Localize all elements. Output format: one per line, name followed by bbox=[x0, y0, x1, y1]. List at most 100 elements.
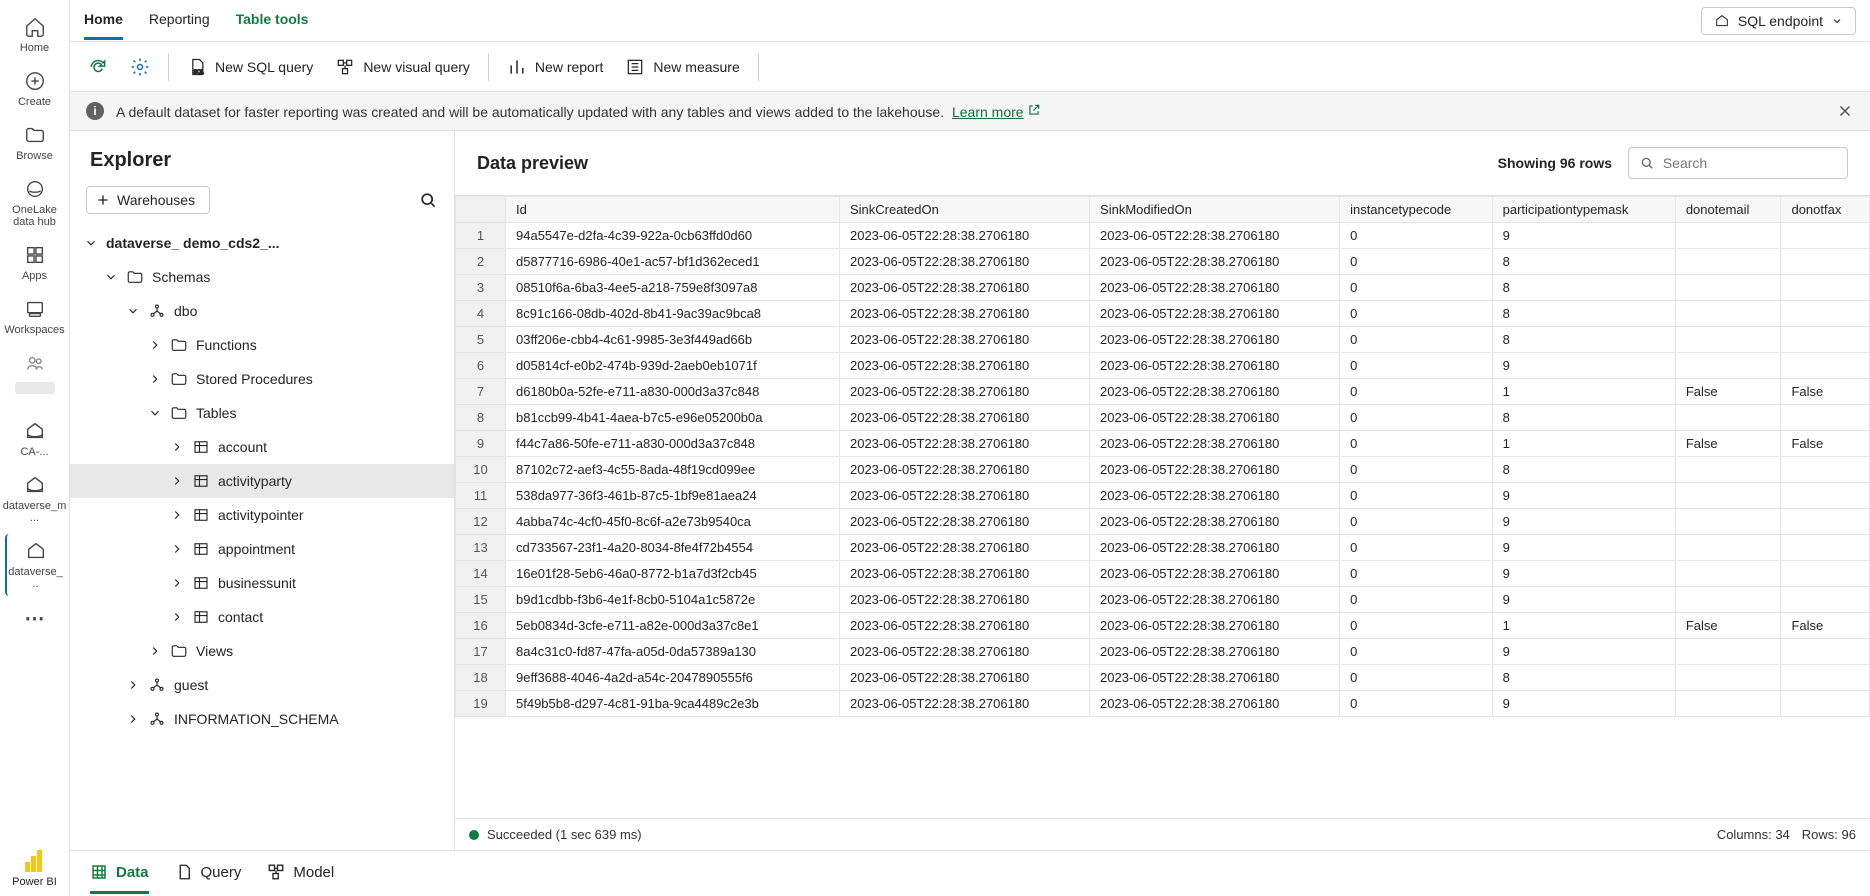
table-row[interactable]: 7d6180b0a-52fe-e711-a830-000d3a37c848202… bbox=[456, 379, 1870, 405]
cell[interactable] bbox=[1781, 405, 1870, 431]
tree-table-appointment[interactable]: appointment bbox=[70, 532, 454, 566]
tree-table-businessunit[interactable]: businessunit bbox=[70, 566, 454, 600]
cell[interactable] bbox=[1781, 457, 1870, 483]
cell[interactable] bbox=[1675, 509, 1781, 535]
cell[interactable]: 9 bbox=[456, 431, 506, 457]
tree-views[interactable]: Views bbox=[70, 634, 454, 668]
cell[interactable]: 4 bbox=[456, 301, 506, 327]
tree-guest[interactable]: guest bbox=[70, 668, 454, 702]
cell[interactable]: cd733567-23f1-4a20-8034-8fe4f72b4554 bbox=[506, 535, 840, 561]
tree-schemas[interactable]: Schemas bbox=[70, 260, 454, 294]
table-row[interactable]: 11538da977-36f3-461b-87c5-1bf9e81aea2420… bbox=[456, 483, 1870, 509]
cell[interactable]: 8 bbox=[1492, 665, 1675, 691]
tree-table-activitypointer[interactable]: activitypointer bbox=[70, 498, 454, 532]
table-row[interactable]: 8b81ccb99-4b41-4aea-b7c5-e96e05200b0a202… bbox=[456, 405, 1870, 431]
cell[interactable] bbox=[1781, 691, 1870, 717]
cell[interactable]: 2023-06-05T22:28:38.2706180 bbox=[1090, 561, 1340, 587]
nav-home[interactable]: Home bbox=[5, 10, 65, 60]
cell[interactable]: 0 bbox=[1340, 587, 1493, 613]
cell[interactable]: 2023-06-05T22:28:38.2706180 bbox=[1090, 613, 1340, 639]
nav-create[interactable]: Create bbox=[5, 64, 65, 114]
cell[interactable]: 2023-06-05T22:28:38.2706180 bbox=[1090, 275, 1340, 301]
cell[interactable]: 0 bbox=[1340, 353, 1493, 379]
cell[interactable]: 8 bbox=[1492, 301, 1675, 327]
cell[interactable] bbox=[1675, 249, 1781, 275]
cell[interactable] bbox=[1675, 301, 1781, 327]
cell[interactable]: 87102c72-aef3-4c55-8ada-48f19cd099ee bbox=[506, 457, 840, 483]
tab-table-tools[interactable]: Table tools bbox=[236, 1, 309, 40]
cell[interactable]: 0 bbox=[1340, 405, 1493, 431]
cell[interactable]: 2023-06-05T22:28:38.2706180 bbox=[839, 301, 1089, 327]
cell[interactable] bbox=[1781, 275, 1870, 301]
tree-table-activityparty[interactable]: activityparty bbox=[70, 464, 454, 498]
cell[interactable]: 8 bbox=[1492, 275, 1675, 301]
cell[interactable] bbox=[1675, 327, 1781, 353]
table-row[interactable]: 1416e01f28-5eb6-46a0-8772-b1a7d3f2cb4520… bbox=[456, 561, 1870, 587]
column-header[interactable]: instancetypecode bbox=[1340, 197, 1493, 223]
tree-functions[interactable]: Functions bbox=[70, 328, 454, 362]
cell[interactable]: 0 bbox=[1340, 457, 1493, 483]
cell[interactable]: 0 bbox=[1340, 535, 1493, 561]
close-banner-button[interactable] bbox=[1836, 102, 1854, 120]
cell[interactable] bbox=[1781, 353, 1870, 379]
grid-scroll[interactable]: IdSinkCreatedOnSinkModifiedOninstancetyp… bbox=[455, 195, 1870, 818]
cell[interactable]: 0 bbox=[1340, 275, 1493, 301]
column-header[interactable]: participationtypemask bbox=[1492, 197, 1675, 223]
table-row[interactable]: 9f44c7a86-50fe-e711-a830-000d3a37c848202… bbox=[456, 431, 1870, 457]
cell[interactable]: 13 bbox=[456, 535, 506, 561]
table-row[interactable]: 178a4c31c0-fd87-47fa-a05d-0da57389a13020… bbox=[456, 639, 1870, 665]
cell[interactable]: 8 bbox=[1492, 327, 1675, 353]
cell[interactable]: 8 bbox=[1492, 405, 1675, 431]
cell[interactable]: 2023-06-05T22:28:38.2706180 bbox=[839, 405, 1089, 431]
cell[interactable] bbox=[1781, 509, 1870, 535]
cell[interactable]: 0 bbox=[1340, 223, 1493, 249]
cell[interactable]: 9 bbox=[1492, 483, 1675, 509]
cell[interactable] bbox=[1675, 275, 1781, 301]
cell[interactable]: 2023-06-05T22:28:38.2706180 bbox=[1090, 405, 1340, 431]
cell[interactable]: 2023-06-05T22:28:38.2706180 bbox=[839, 457, 1089, 483]
cell[interactable]: False bbox=[1675, 379, 1781, 405]
cell[interactable]: 8 bbox=[1492, 249, 1675, 275]
cell[interactable]: 2023-06-05T22:28:38.2706180 bbox=[839, 483, 1089, 509]
bottom-tab-model[interactable]: Model bbox=[267, 853, 334, 894]
cell[interactable]: 2023-06-05T22:28:38.2706180 bbox=[839, 379, 1089, 405]
cell[interactable]: 2023-06-05T22:28:38.2706180 bbox=[1090, 379, 1340, 405]
cell[interactable]: 0 bbox=[1340, 691, 1493, 717]
cell[interactable]: 16e01f28-5eb6-46a0-8772-b1a7d3f2cb45 bbox=[506, 561, 840, 587]
cell[interactable]: 9 bbox=[1492, 509, 1675, 535]
cell[interactable]: 3 bbox=[456, 275, 506, 301]
cell[interactable]: 0 bbox=[1340, 301, 1493, 327]
cell[interactable]: 8 bbox=[1492, 457, 1675, 483]
cell[interactable] bbox=[1781, 639, 1870, 665]
cell[interactable]: 538da977-36f3-461b-87c5-1bf9e81aea24 bbox=[506, 483, 840, 509]
tree-tables[interactable]: Tables bbox=[70, 396, 454, 430]
cell[interactable]: 0 bbox=[1340, 509, 1493, 535]
cell[interactable]: 08510f6a-6ba3-4ee5-a218-759e8f3097a8 bbox=[506, 275, 840, 301]
refresh-button[interactable] bbox=[84, 53, 112, 81]
table-row[interactable]: 2d5877716-6986-40e1-ac57-bf1d362eced1202… bbox=[456, 249, 1870, 275]
cell[interactable]: 6 bbox=[456, 353, 506, 379]
cell[interactable]: 2023-06-05T22:28:38.2706180 bbox=[839, 509, 1089, 535]
column-header[interactable]: donotfax bbox=[1781, 197, 1870, 223]
cell[interactable]: False bbox=[1781, 379, 1870, 405]
cell[interactable]: 2023-06-05T22:28:38.2706180 bbox=[839, 275, 1089, 301]
cell[interactable] bbox=[1675, 691, 1781, 717]
cell[interactable]: 15 bbox=[456, 587, 506, 613]
cell[interactable]: 2023-06-05T22:28:38.2706180 bbox=[1090, 509, 1340, 535]
cell[interactable]: 2023-06-05T22:28:38.2706180 bbox=[1090, 431, 1340, 457]
cell[interactable]: 0 bbox=[1340, 249, 1493, 275]
cell[interactable]: 8c91c166-08db-402d-8b41-9ac39ac9bca8 bbox=[506, 301, 840, 327]
cell[interactable]: 5eb0834d-3cfe-e711-a82e-000d3a37c8e1 bbox=[506, 613, 840, 639]
cell[interactable]: 2023-06-05T22:28:38.2706180 bbox=[1090, 483, 1340, 509]
cell[interactable]: 1 bbox=[1492, 431, 1675, 457]
table-row[interactable]: 48c91c166-08db-402d-8b41-9ac39ac9bca8202… bbox=[456, 301, 1870, 327]
nav-apps[interactable]: Apps bbox=[5, 238, 65, 288]
table-row[interactable]: 6d05814cf-e0b2-474b-939d-2aeb0eb1071f202… bbox=[456, 353, 1870, 379]
table-row[interactable]: 1087102c72-aef3-4c55-8ada-48f19cd099ee20… bbox=[456, 457, 1870, 483]
cell[interactable] bbox=[1781, 223, 1870, 249]
nav-dataverse-m[interactable]: dataverse_m ... bbox=[5, 468, 65, 530]
cell[interactable]: 2023-06-05T22:28:38.2706180 bbox=[1090, 301, 1340, 327]
cell[interactable] bbox=[1781, 535, 1870, 561]
tree-dbo[interactable]: dbo bbox=[70, 294, 454, 328]
cell[interactable]: b81ccb99-4b41-4aea-b7c5-e96e05200b0a bbox=[506, 405, 840, 431]
